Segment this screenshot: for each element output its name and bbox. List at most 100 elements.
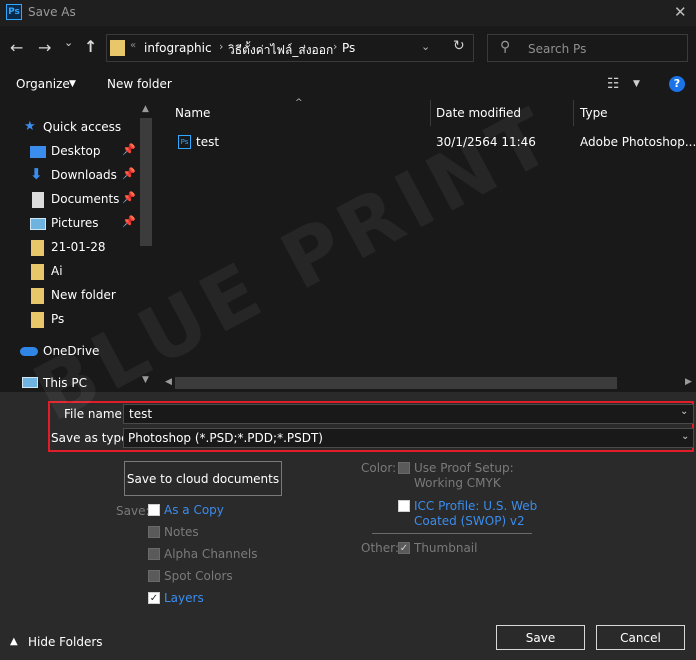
scrollbar-thumb[interactable] xyxy=(175,377,617,389)
pin-icon[interactable]: 📌 xyxy=(122,215,136,228)
nav-item-label: OneDrive xyxy=(43,344,100,358)
star-icon: ★ xyxy=(24,119,36,134)
thumbnail-checkbox[interactable]: ✓ xyxy=(398,542,410,554)
breadcrumb-separator-icon[interactable]: › xyxy=(219,40,223,53)
sort-ascending-icon: ^ xyxy=(295,98,303,108)
column-header-name[interactable]: Name xyxy=(175,106,210,120)
breadcrumb-overflow-icon[interactable]: « xyxy=(130,40,136,51)
window-title: Save As xyxy=(28,5,76,19)
other-label: Other: xyxy=(361,541,399,555)
organize-menu-button[interactable]: Organize xyxy=(16,77,70,91)
nav-item-label: Downloads xyxy=(51,168,117,182)
nav-item-pictures[interactable]: Pictures 📌 xyxy=(0,212,138,236)
scroll-up-icon[interactable]: ▲ xyxy=(142,104,149,114)
nav-item-downloads[interactable]: ⬇ Downloads 📌 xyxy=(0,164,138,188)
nav-item-label: New folder xyxy=(51,288,116,302)
breadcrumb-export-settings[interactable]: วิธีตั้งค่าไฟล์_ส่งออก xyxy=(228,41,333,60)
caret-down-icon[interactable]: ▼ xyxy=(69,79,76,89)
nav-item-label: Ps xyxy=(51,312,65,326)
use-proof-setup-checkbox[interactable] xyxy=(398,462,410,474)
scrollbar-thumb[interactable] xyxy=(140,118,152,246)
breadcrumb-infographic[interactable]: infographic xyxy=(144,41,212,55)
navigation-pane: ★ Quick access Desktop 📌 ⬇ Downloads 📌 D… xyxy=(0,100,156,392)
nav-item-folder-21-01-28[interactable]: 21-01-28 xyxy=(0,236,138,260)
chevron-down-icon[interactable]: ⌄ xyxy=(680,406,688,417)
horizontal-scrollbar[interactable]: ◀ ▶ xyxy=(157,374,696,392)
file-list: ^ Name Date modified Type Ps test 30/1/2… xyxy=(157,98,696,392)
file-type-cell: Adobe Photoshop... xyxy=(580,135,696,149)
column-header-type[interactable]: Type xyxy=(580,106,608,120)
alpha-channels-label: Alpha Channels xyxy=(164,547,258,561)
table-row[interactable]: Ps test 30/1/2564 11:46 Adobe Photoshop.… xyxy=(157,128,696,156)
column-header-date-modified[interactable]: Date modified xyxy=(436,106,521,120)
use-proof-setup-label: Use Proof Setup: xyxy=(414,461,514,475)
pin-icon[interactable]: 📌 xyxy=(122,167,136,180)
save-to-cloud-button[interactable]: Save to cloud documents xyxy=(124,461,282,496)
photoshop-file-icon: Ps xyxy=(178,135,191,149)
icc-profile-value[interactable]: Coated (SWOP) v2 xyxy=(414,514,525,528)
address-bar[interactable]: « infographic › วิธีตั้งค่าไฟล์_ส่งออก ›… xyxy=(106,34,474,62)
cloud-icon xyxy=(20,347,38,356)
recent-locations-chevron-icon[interactable]: ⌄ xyxy=(64,36,73,49)
save-as-type-select[interactable]: Photoshop (*.PSD;*.PDD;*.PSDT) ⌄ xyxy=(123,428,694,448)
proof-setup-value: Working CMYK xyxy=(414,476,501,490)
nav-item-documents[interactable]: Documents 📌 xyxy=(0,188,138,212)
save-options-label: Save: xyxy=(116,504,150,518)
scroll-left-icon[interactable]: ◀ xyxy=(165,377,172,387)
close-icon[interactable]: ✕ xyxy=(674,3,687,21)
file-date-cell: 30/1/2564 11:46 xyxy=(436,135,536,149)
as-a-copy-label[interactable]: As a Copy xyxy=(164,503,224,517)
nav-pane-scrollbar[interactable]: ▲ ▼ xyxy=(138,100,156,392)
chevron-down-icon[interactable]: ⌄ xyxy=(681,431,689,442)
nav-item-folder-ai[interactable]: Ai xyxy=(0,260,138,284)
title-bar: Ps Save As ✕ xyxy=(0,0,696,26)
new-folder-button[interactable]: New folder xyxy=(107,77,172,91)
forward-arrow-icon[interactable]: → xyxy=(38,38,51,57)
refresh-icon[interactable]: ↻ xyxy=(453,38,465,54)
icc-profile-checkbox[interactable] xyxy=(398,500,410,512)
scroll-right-icon[interactable]: ▶ xyxy=(685,377,692,387)
notes-checkbox[interactable] xyxy=(148,526,160,538)
thumbnail-label: Thumbnail xyxy=(414,541,478,555)
view-options-icon[interactable]: ☷ xyxy=(607,76,620,92)
chevron-down-icon[interactable]: ⌄ xyxy=(421,40,430,53)
search-box[interactable]: ⚲ xyxy=(487,34,688,62)
nav-item-label: This PC xyxy=(43,376,87,390)
nav-item-quick-access[interactable]: ★ Quick access xyxy=(0,116,138,140)
spot-colors-checkbox[interactable] xyxy=(148,570,160,582)
help-icon[interactable]: ? xyxy=(669,76,685,92)
layers-label[interactable]: Layers xyxy=(164,591,204,605)
picture-icon xyxy=(30,218,46,230)
nav-item-this-pc[interactable]: This PC xyxy=(0,372,138,392)
search-input[interactable] xyxy=(528,41,678,57)
back-arrow-icon[interactable]: ← xyxy=(10,38,23,57)
computer-icon xyxy=(22,377,38,388)
nav-item-new-folder[interactable]: New folder xyxy=(0,284,138,308)
nav-item-label: Documents xyxy=(51,192,120,206)
download-icon: ⬇ xyxy=(30,165,43,183)
caret-up-icon[interactable]: ▲ xyxy=(10,636,18,647)
column-divider[interactable] xyxy=(430,100,431,126)
nav-item-onedrive[interactable]: OneDrive xyxy=(0,340,138,364)
alpha-channels-checkbox[interactable] xyxy=(148,548,160,560)
breadcrumb-ps[interactable]: Ps xyxy=(342,41,355,55)
column-divider[interactable] xyxy=(573,100,574,126)
hide-folders-button[interactable]: Hide Folders xyxy=(28,635,103,649)
pin-icon[interactable]: 📌 xyxy=(122,191,136,204)
nav-item-desktop[interactable]: Desktop 📌 xyxy=(0,140,138,164)
caret-down-icon[interactable]: ▼ xyxy=(633,79,640,89)
desktop-icon xyxy=(30,146,46,158)
scroll-down-icon[interactable]: ▼ xyxy=(142,375,149,385)
nav-item-folder-ps[interactable]: Ps xyxy=(0,308,138,332)
cancel-button[interactable]: Cancel xyxy=(596,625,685,650)
breadcrumb-separator-icon[interactable]: › xyxy=(333,40,337,53)
icc-profile-label[interactable]: ICC Profile: U.S. Web xyxy=(414,499,537,513)
pin-icon[interactable]: 📌 xyxy=(122,143,136,156)
as-a-copy-checkbox[interactable] xyxy=(148,504,160,516)
file-name-input[interactable] xyxy=(123,404,694,424)
save-button[interactable]: Save xyxy=(496,625,585,650)
up-arrow-icon[interactable]: ↑ xyxy=(84,37,97,56)
nav-item-label: Quick access xyxy=(43,120,122,134)
layers-checkbox[interactable]: ✓ xyxy=(148,592,160,604)
save-as-type-value: Photoshop (*.PSD;*.PDD;*.PSDT) xyxy=(128,431,323,445)
